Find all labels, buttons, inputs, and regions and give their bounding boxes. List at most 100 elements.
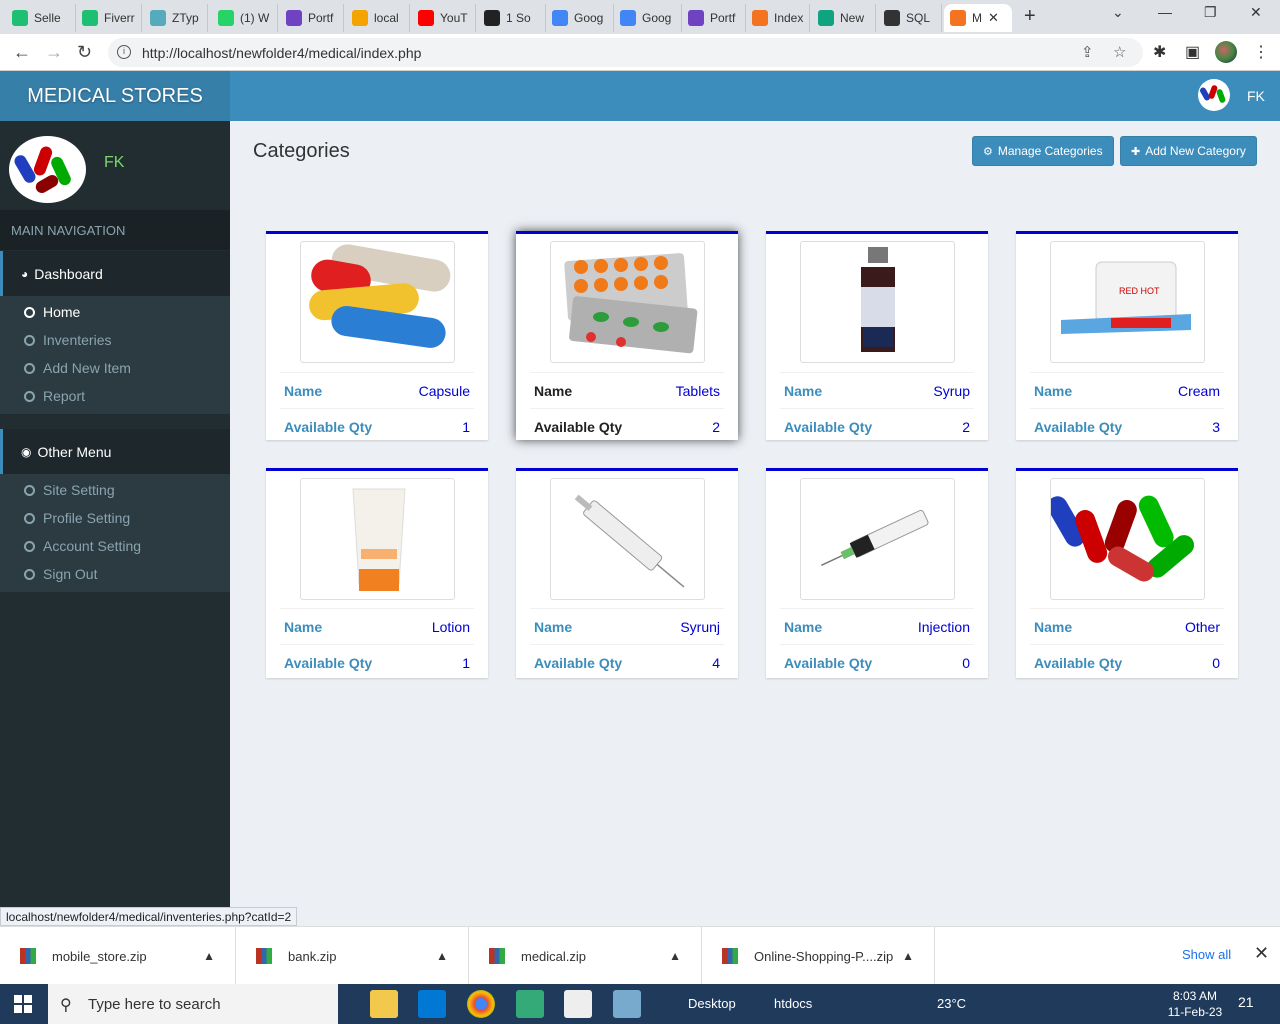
tab-favicon-icon <box>418 10 434 26</box>
minimize-button[interactable]: — <box>1158 4 1172 20</box>
brand-logo[interactable]: MEDICAL STORES <box>0 71 230 121</box>
sidebar-item-add-new-item[interactable]: Add New Item <box>0 354 230 382</box>
close-window-button[interactable]: ✕ <box>1250 4 1262 21</box>
chevron-up-icon[interactable]: ▲ <box>669 949 681 963</box>
chevron-up-icon[interactable]: ▲ <box>902 949 914 963</box>
notepad-icon[interactable] <box>564 990 592 1018</box>
browser-tab[interactable]: 1 So <box>478 4 546 32</box>
browser-tab[interactable]: Goog <box>546 4 614 32</box>
tablets-image[interactable] <box>550 241 705 363</box>
sidebar-item-home[interactable]: Home <box>0 298 230 326</box>
taskbar-search[interactable]: ⚲ Type here to search <box>48 984 338 1024</box>
notification-count[interactable]: 21 <box>1238 994 1254 1010</box>
lotion-image[interactable] <box>300 478 455 600</box>
category-card[interactable]: Name Other Available Qty 0 <box>1016 468 1238 678</box>
clock-time: 8:03 AM <box>1172 989 1218 1003</box>
browser-tab[interactable]: Selle <box>6 4 76 32</box>
clock[interactable]: 8:03 AM 11-Feb-23 <box>1165 988 1225 1020</box>
browser-tab[interactable]: Portf <box>280 4 344 32</box>
add-category-label: Add New Category <box>1145 144 1246 158</box>
new-tab-button[interactable]: + <box>1024 5 1036 28</box>
windows-start-icon[interactable] <box>14 995 32 1013</box>
sidebar-item-sign-out[interactable]: Sign Out <box>0 560 230 588</box>
chevron-up-icon[interactable]: ▲ <box>203 949 215 963</box>
injection-image[interactable] <box>800 478 955 600</box>
htdocs-toolbar[interactable]: htdocs <box>774 996 812 1011</box>
close-tab-icon[interactable]: ✕ <box>988 10 999 26</box>
manage-categories-button[interactable]: ⚙ Manage Categories <box>972 136 1114 166</box>
tab-label: Fiverr <box>104 11 135 25</box>
browser-tab[interactable]: Goog <box>614 4 682 32</box>
browser-tab[interactable]: M ✕ <box>944 4 1012 32</box>
back-icon[interactable]: ← <box>13 42 31 63</box>
cream-image[interactable]: RED HOT <box>1050 241 1205 363</box>
browser-tab[interactable]: Index <box>746 4 810 32</box>
field-label: Available Qty <box>784 654 873 671</box>
app-icon[interactable] <box>613 990 641 1018</box>
forward-icon[interactable]: → <box>45 42 63 63</box>
category-qty-row: Available Qty 0 <box>1030 644 1224 680</box>
user-avatar-small[interactable] <box>1198 79 1230 111</box>
sidebar-item-profile-setting[interactable]: Profile Setting <box>0 504 230 532</box>
syringe-image[interactable] <box>550 478 705 600</box>
field-label: Available Qty <box>284 654 373 671</box>
show-all-downloads[interactable]: Show all <box>1182 947 1231 962</box>
download-item[interactable]: Online-Shopping-P....zip ▲ <box>702 927 935 985</box>
category-card[interactable]: Name Syrunj Available Qty 4 <box>516 468 738 678</box>
tab-label: YouT <box>440 11 468 25</box>
other-pills-image[interactable] <box>1050 478 1205 600</box>
excel-icon[interactable] <box>516 990 544 1018</box>
browser-tab[interactable]: local <box>346 4 410 32</box>
chevron-up-icon[interactable]: ▲ <box>436 949 448 963</box>
category-card[interactable]: RED HOT Name Cream Available Qty 3 <box>1016 231 1238 440</box>
extensions-icon[interactable]: ✱ <box>1153 42 1166 62</box>
category-card[interactable]: Name Syrup Available Qty 2 <box>766 231 988 440</box>
field-label: Name <box>534 618 573 635</box>
sidebar-item-label: Profile Setting <box>43 510 131 526</box>
browser-tab[interactable]: (1) W <box>212 4 278 32</box>
browser-tab[interactable]: ZTyp <box>144 4 208 32</box>
vscode-icon[interactable] <box>418 990 446 1018</box>
browser-tab[interactable]: YouT <box>412 4 476 32</box>
browser-tab[interactable]: SQL <box>878 4 942 32</box>
zip-file-icon <box>722 948 738 964</box>
category-card[interactable]: Name Lotion Available Qty 1 <box>266 468 488 678</box>
download-item[interactable]: mobile_store.zip ▲ <box>0 927 236 985</box>
browser-tab[interactable]: New <box>812 4 876 32</box>
reload-icon[interactable]: ↻ <box>77 42 92 63</box>
download-item[interactable]: medical.zip ▲ <box>469 927 702 985</box>
download-item[interactable]: bank.zip ▲ <box>236 927 469 985</box>
menu-other[interactable]: ◉ Other Menu <box>0 429 230 474</box>
profile-avatar[interactable] <box>1215 41 1237 63</box>
category-card[interactable]: Name Injection Available Qty 0 <box>766 468 988 678</box>
field-value: Cream <box>1177 382 1220 399</box>
restore-button[interactable]: ❐ <box>1204 4 1217 21</box>
browser-tab[interactable]: Portf <box>682 4 746 32</box>
url-field[interactable]: i http://localhost/newfolder4/medical/in… <box>108 38 1143 67</box>
site-info-icon[interactable]: i <box>117 45 131 59</box>
side-panel-icon[interactable]: ▣ <box>1185 42 1200 62</box>
menu-icon[interactable]: ⋮ <box>1253 42 1269 62</box>
desktop-toolbar[interactable]: Desktop <box>688 996 736 1011</box>
user-name-top[interactable]: FK <box>1247 88 1265 104</box>
browser-tab[interactable]: Fiverr <box>76 4 142 32</box>
category-card[interactable]: Name Capsule Available Qty 1 <box>266 231 488 440</box>
sidebar-item-report[interactable]: Report <box>0 382 230 410</box>
sidebar-item-inventeries[interactable]: Inventeries <box>0 326 230 354</box>
share-icon[interactable]: ⇪ <box>1081 43 1094 61</box>
chrome-icon[interactable] <box>467 990 495 1018</box>
category-card[interactable]: Name Tablets Available Qty 2 <box>516 231 738 440</box>
weather-temp[interactable]: 23°C <box>937 996 966 1011</box>
menu-dashboard[interactable]: ◕ Dashboard <box>0 251 230 296</box>
syrup-image[interactable] <box>800 241 955 363</box>
field-value: 0 <box>1212 654 1220 671</box>
sidebar-item-site-setting[interactable]: Site Setting <box>0 476 230 504</box>
sidebar: FK MAIN NAVIGATION ◕ Dashboard Home Inven… <box>0 121 230 926</box>
sidebar-item-account-setting[interactable]: Account Setting <box>0 532 230 560</box>
add-category-button[interactable]: ✚ Add New Category <box>1120 136 1257 166</box>
close-downloads-icon[interactable]: ✕ <box>1254 943 1269 964</box>
file-explorer-icon[interactable] <box>370 990 398 1018</box>
capsule-image[interactable] <box>300 241 455 363</box>
tab-search-icon[interactable]: ⌄ <box>1112 4 1124 21</box>
bookmark-star-icon[interactable]: ☆ <box>1113 43 1126 61</box>
